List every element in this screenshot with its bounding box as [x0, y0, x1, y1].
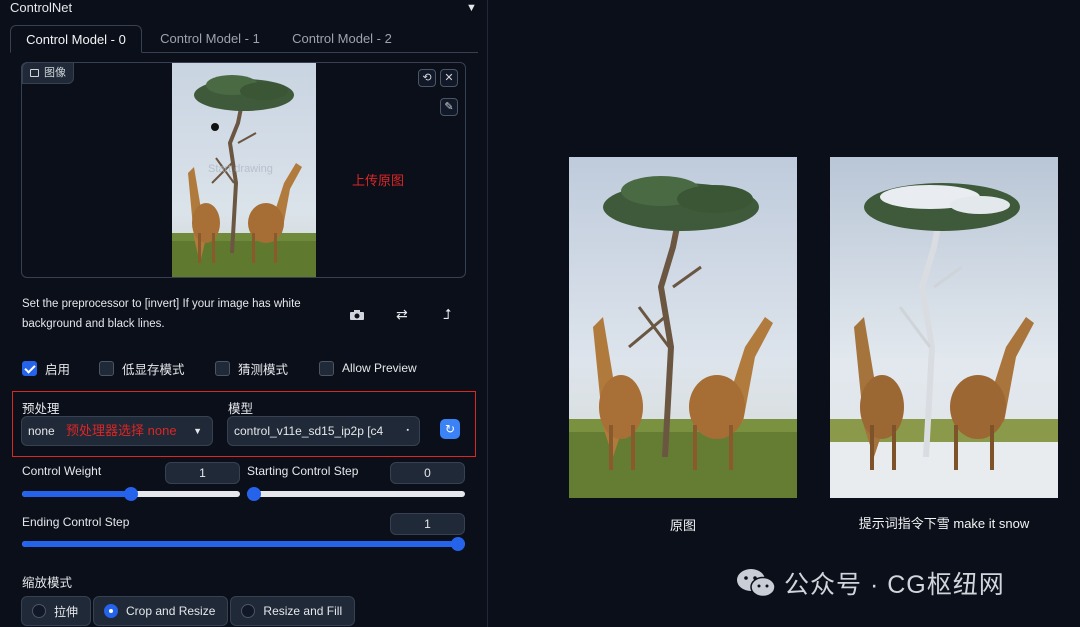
original-image — [569, 157, 797, 498]
close-icon[interactable]: ✕ — [440, 69, 458, 87]
tab-control-model-0[interactable]: Control Model - 0 — [10, 25, 142, 53]
swap-icon[interactable]: ⇄ — [396, 306, 408, 323]
image-canvas[interactable]: Start drawing 上传原图 ⟲ ✕ ✎ — [21, 62, 466, 278]
control-weight-label: Control Weight — [22, 464, 102, 478]
ending-step-fill — [22, 541, 458, 547]
checkbox-guess-mode-label: 猜测模式 — [238, 362, 289, 377]
control-weight-input[interactable]: 1 — [165, 462, 240, 484]
radio-just-resize-label: 拉伸 — [54, 604, 79, 619]
checkbox-low-vram-label: 低显存模式 — [122, 362, 185, 377]
original-caption: 原图 — [669, 518, 696, 533]
result-caption: 提示词指令下雪 make it snow — [858, 516, 1030, 531]
camera-icon[interactable] — [349, 308, 365, 324]
watermark: 公众号 · CG枢纽网 — [736, 565, 1005, 601]
collapse-arrow-icon[interactable]: ▼ — [466, 2, 477, 14]
ending-step-slider[interactable] — [22, 537, 465, 551]
checkbox-enable-box[interactable] — [22, 360, 37, 376]
model-select[interactable]: control_v11e_sd15_ip2p [c4 ▪ — [227, 416, 420, 446]
tab-control-model-1[interactable]: Control Model - 1 — [144, 25, 276, 53]
starting-step-thumb[interactable] — [247, 487, 261, 501]
ending-step-input[interactable]: 1 — [390, 513, 465, 535]
control-weight-thumb[interactable] — [124, 487, 138, 501]
undo-icon[interactable]: ⟲ — [418, 69, 436, 87]
checkbox-guess-mode-box[interactable] — [215, 360, 230, 376]
preprocessor-annotation: 预处理器选择 none — [66, 423, 177, 438]
checkbox-low-vram[interactable]: 低显存模式 — [99, 359, 185, 377]
refresh-icon[interactable]: ↻ — [440, 419, 460, 439]
radio-just-resize-dot[interactable] — [32, 604, 46, 618]
chevron-down-icon: ▼ — [193, 426, 202, 436]
image-label: 图像 — [22, 62, 74, 84]
model-value: control_v11e_sd15_ip2p [c4 — [234, 424, 384, 438]
starting-step-slider[interactable] — [247, 487, 465, 501]
checkbox-allow-preview-label: Allow Preview — [342, 361, 417, 375]
radio-crop-and-resize[interactable]: Crop and Resize — [93, 596, 229, 626]
image-icon — [30, 69, 39, 77]
tab-control-model-2[interactable]: Control Model - 2 — [276, 25, 408, 53]
radio-just-resize[interactable]: 拉伸 — [21, 596, 92, 626]
starting-step-label: Starting Control Step — [247, 464, 359, 478]
canvas-overlay-text: Start drawing — [208, 163, 273, 175]
ending-step-thumb[interactable] — [451, 537, 465, 551]
starting-step-input[interactable]: 0 — [390, 462, 465, 484]
ending-step-label: Ending Control Step — [22, 515, 130, 529]
upload-annotation: 上传原图 — [352, 173, 405, 188]
model-label: 模型 — [228, 402, 254, 416]
preprocessor-value: none — [28, 424, 55, 438]
watermark-text: 公众号 · CG枢纽网 — [784, 571, 1005, 599]
checkbox-enable[interactable]: 启用 — [22, 359, 70, 377]
control-weight-slider[interactable] — [22, 487, 240, 501]
radio-crop-and-resize-label: Crop and Resize — [126, 604, 216, 618]
result-image — [830, 157, 1058, 498]
panel-title: ControlNet — [10, 0, 73, 15]
resize-mode-label: 缩放模式 — [22, 576, 73, 590]
radio-resize-and-fill-label: Resize and Fill — [263, 604, 343, 618]
wechat-icon — [737, 569, 776, 598]
radio-crop-and-resize-dot[interactable] — [104, 604, 119, 618]
resize-mode-group: 拉伸 Crop and Resize Resize and Fill — [21, 596, 357, 627]
tab-bar: Control Model - 0 Control Model - 1 Cont… — [10, 25, 478, 53]
panel-divider — [487, 0, 488, 627]
checkbox-low-vram-box[interactable] — [99, 360, 114, 376]
control-weight-fill — [22, 491, 131, 497]
image-label-text: 图像 — [44, 67, 66, 79]
chevron-down-icon: ▪ — [406, 427, 409, 434]
preprocessor-hint: Set the preprocessor to [invert] If your… — [22, 298, 301, 330]
brush-icon[interactable]: ✎ — [440, 98, 458, 116]
send-up-icon[interactable]: ⮥ — [443, 306, 451, 323]
radio-resize-and-fill[interactable]: Resize and Fill — [230, 596, 356, 626]
checkbox-enable-label: 启用 — [45, 362, 71, 377]
preprocessor-select[interactable]: none 预处理器选择 none ▼ — [21, 416, 213, 446]
preprocessor-label: 预处理 — [22, 402, 60, 416]
checkbox-guess-mode[interactable]: 猜测模式 — [215, 359, 288, 377]
checkbox-allow-preview[interactable]: Allow Preview — [319, 359, 417, 377]
checkbox-allow-preview-box[interactable] — [319, 360, 334, 376]
radio-resize-and-fill-dot[interactable] — [241, 604, 256, 618]
